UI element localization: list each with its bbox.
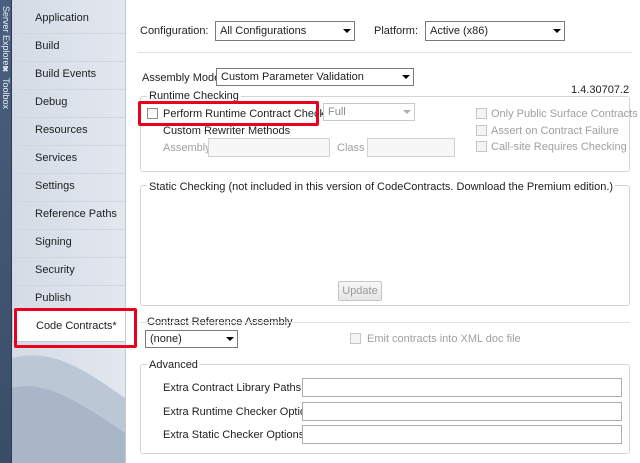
extra-static-checker-options-input[interactable]	[302, 425, 622, 444]
emit-xml-label: Emit contracts into XML doc file	[367, 333, 521, 345]
configuration-label: Configuration:	[140, 25, 209, 37]
assembly-mode-select[interactable]: Custom Parameter Validation	[216, 68, 414, 86]
sidebar-item-build[interactable]: Build	[12, 34, 125, 62]
configuration-value: All Configurations	[220, 25, 307, 37]
emit-xml-checkbox[interactable]	[350, 333, 361, 344]
extra-contract-library-paths-input[interactable]	[302, 378, 622, 397]
sidebar-item-code-contracts[interactable]: Code Contracts*	[12, 310, 127, 342]
only-public-surface-label: Only Public Surface Contracts	[491, 108, 638, 120]
assert-on-failure-label: Assert on Contract Failure	[491, 125, 619, 137]
advanced-title: Advanced	[147, 359, 200, 371]
contract-reference-value: (none)	[150, 333, 182, 345]
toolbox-icon: ✖	[2, 65, 9, 74]
assembly-label: Assembly	[163, 142, 211, 154]
extra-runtime-checker-options-label: Extra Runtime Checker Options	[163, 406, 318, 418]
platform-select[interactable]: Active (x86)	[425, 21, 565, 41]
class-label: Class	[337, 142, 365, 154]
assembly-mode-value: Custom Parameter Validation	[221, 71, 364, 83]
assert-on-failure-checkbox[interactable]	[476, 125, 487, 136]
configuration-select[interactable]: All Configurations	[215, 21, 355, 41]
call-site-requires-checkbox[interactable]	[476, 141, 487, 152]
sidebar-item-reference-paths[interactable]: Reference Paths	[12, 202, 125, 230]
update-button[interactable]: Update	[338, 281, 382, 301]
static-checking-group	[140, 185, 630, 306]
platform-value: Active (x86)	[430, 25, 489, 37]
header-divider	[138, 52, 632, 53]
chevron-down-icon	[553, 29, 561, 33]
platform-label: Platform:	[374, 25, 419, 37]
extra-static-checker-options-label: Extra Static Checker Options	[163, 429, 305, 441]
rewriter-assembly-input[interactable]	[208, 138, 330, 157]
toolbox-tab[interactable]: Toolbox	[1, 78, 11, 109]
extra-contract-library-paths-label: Extra Contract Library Paths	[163, 382, 302, 394]
sidebar-item-debug[interactable]: Debug	[12, 90, 125, 118]
sidebar-item-services[interactable]: Services	[12, 146, 125, 174]
call-site-requires-label: Call-site Requires Checking	[491, 141, 627, 153]
server-explorer-tab[interactable]: Server Explorer	[1, 6, 11, 69]
sidebar-item-resources[interactable]: Resources	[12, 118, 125, 146]
sidebar-item-settings[interactable]: Settings	[12, 174, 125, 202]
chevron-down-icon	[343, 29, 351, 33]
runtime-checking-title: Runtime Checking	[147, 90, 241, 102]
chevron-down-icon	[403, 110, 411, 114]
only-public-surface-checkbox[interactable]	[476, 108, 487, 119]
perform-runtime-checking-checkbox[interactable]	[147, 108, 158, 119]
contract-reference-select[interactable]: (none)	[145, 330, 238, 348]
sidebar-item-application[interactable]: Application	[12, 6, 125, 34]
version-label: 1.4.30707.2	[571, 84, 630, 96]
sidebar-item-build-events[interactable]: Build Events	[12, 62, 125, 90]
rewriter-class-input[interactable]	[367, 138, 455, 157]
assembly-mode-label: Assembly Mode:	[142, 72, 224, 84]
extra-runtime-checker-options-input[interactable]	[302, 402, 622, 421]
runtime-level-value: Full	[328, 106, 346, 118]
static-checking-title: Static Checking (not included in this ve…	[147, 181, 616, 193]
sidebar-decoration	[12, 355, 125, 463]
sidebar-item-signing[interactable]: Signing	[12, 230, 125, 258]
runtime-level-select[interactable]: Full	[323, 103, 415, 121]
chevron-down-icon	[226, 337, 234, 341]
tool-window-strip: Server Explorer ✖ Toolbox	[0, 0, 12, 463]
chevron-down-icon	[402, 75, 410, 79]
contract-reference-divider	[140, 322, 630, 323]
perform-runtime-checking-label: Perform Runtime Contract Checking	[163, 108, 340, 120]
sidebar-item-security[interactable]: Security	[12, 258, 125, 286]
custom-rewriter-title: Custom Rewriter Methods	[163, 125, 291, 137]
